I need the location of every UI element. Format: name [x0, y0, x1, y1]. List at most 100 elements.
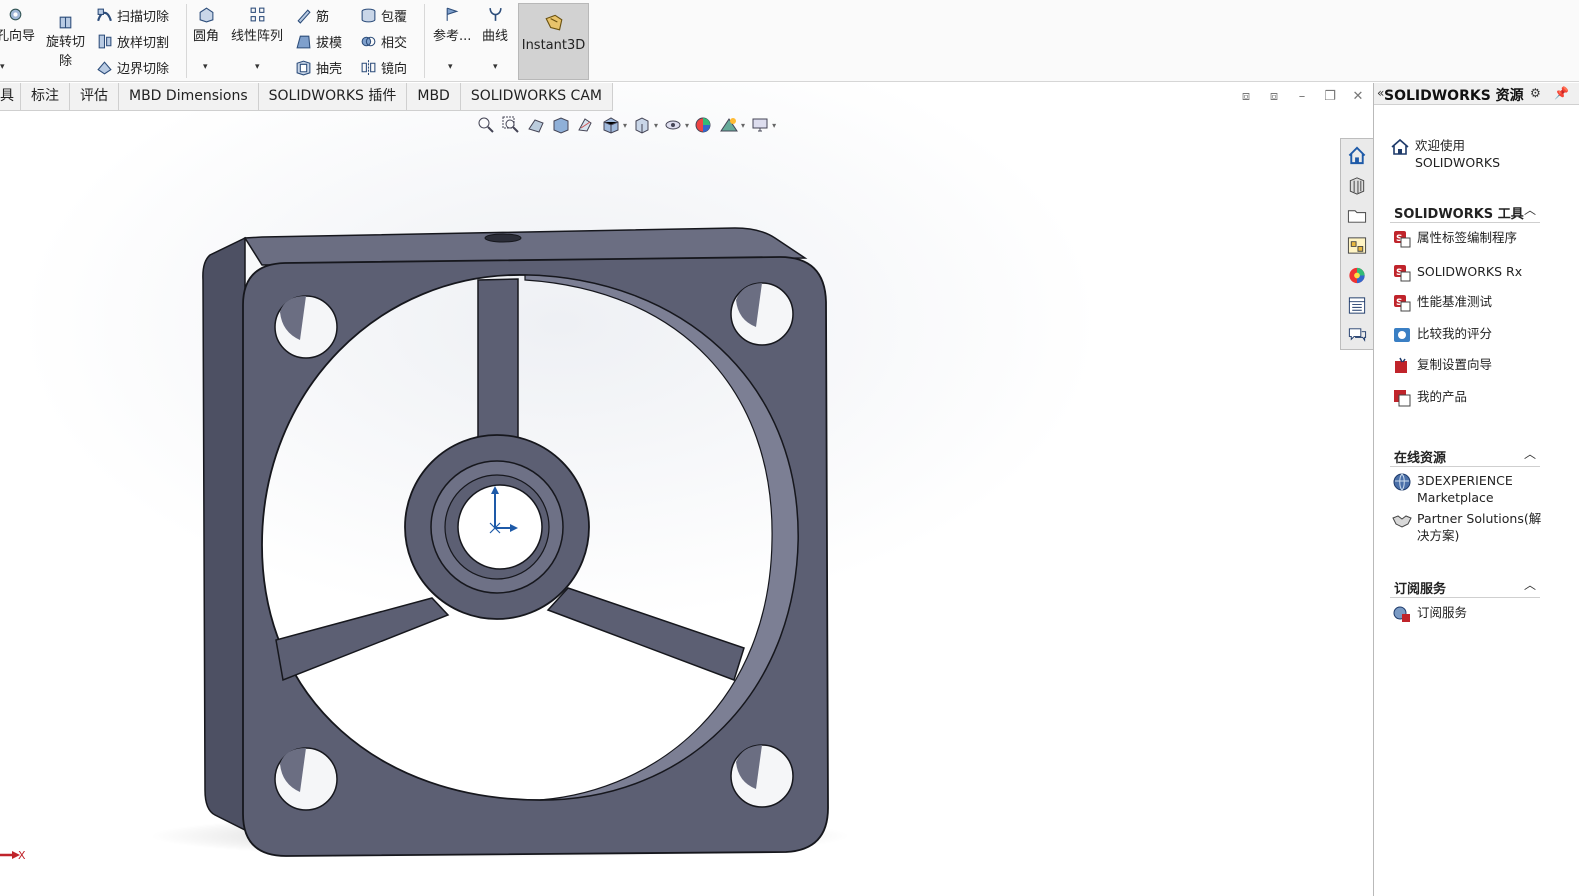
tab-annotation[interactable]: 标注: [21, 83, 70, 110]
subscription-section-header[interactable]: 订阅服务 ︿: [1390, 576, 1540, 598]
copy-settings-wizard-link[interactable]: 复制设置向导: [1392, 356, 1492, 376]
reference-caret[interactable]: ▾: [448, 62, 453, 72]
view-orientation-caret[interactable]: ▾: [623, 121, 627, 130]
my-products-link[interactable]: 我的产品: [1392, 388, 1467, 408]
display-style-icon[interactable]: [632, 115, 652, 135]
ribbon-separator: [424, 4, 425, 78]
wrap-button[interactable]: 包覆: [360, 6, 407, 25]
reference-geometry-button[interactable]: 参考...: [433, 6, 471, 44]
tab-solidworks-cam[interactable]: SOLIDWORKS CAM: [461, 83, 613, 110]
model-spoke-left: [275, 597, 450, 682]
linear-pattern-icon: [250, 7, 264, 22]
shell-button[interactable]: 抽壳: [295, 58, 342, 77]
instant3d-button[interactable]: Instant3D: [518, 3, 589, 80]
display-style-caret[interactable]: ▾: [654, 121, 658, 130]
linear-pattern-label: 线性阵列: [231, 29, 284, 44]
view-palette-icon[interactable]: [1346, 235, 1368, 256]
fillet-button[interactable]: 圆角: [193, 6, 219, 44]
performance-benchmark-link[interactable]: S 性能基准测试: [1392, 293, 1492, 313]
intersect-button[interactable]: 相交: [360, 32, 407, 51]
tab-evaluate[interactable]: 评估: [70, 83, 119, 110]
chevron-up-icon[interactable]: ︿: [1524, 445, 1536, 462]
curves-button[interactable]: 曲线: [482, 6, 508, 44]
minimize-icon[interactable]: –: [1294, 89, 1310, 105]
3dexperience-marketplace-link[interactable]: 3DEXPERIENCE Marketplace: [1392, 472, 1513, 506]
revolve-cut-label-1: 旋转切: [46, 35, 86, 50]
curves-caret[interactable]: ▾: [493, 62, 498, 72]
panel-options-gear-icon[interactable]: ⚙: [1530, 86, 1541, 100]
close-icon[interactable]: ✕: [1350, 89, 1366, 105]
graphics-area[interactable]: ▾ ▾ ▾ ▾ ▾ ⧈ ⧈ – ❐ ✕ X: [0, 83, 1373, 896]
hole-wizard-caret[interactable]: ▾: [0, 62, 5, 72]
hide-show-caret[interactable]: ▾: [685, 121, 689, 130]
instant3d-icon: [544, 14, 562, 31]
rib-icon: [297, 9, 311, 24]
tile-left-icon[interactable]: ⧈: [1238, 89, 1254, 105]
solidworks-rx-label: SOLIDWORKS Rx: [1417, 264, 1523, 279]
compare-my-score-link[interactable]: 比较我的评分: [1392, 325, 1492, 345]
edit-appearance-icon[interactable]: [694, 115, 714, 135]
fan-guard-model[interactable]: [0, 83, 1373, 896]
file-explorer-icon[interactable]: [1346, 205, 1368, 226]
custom-properties-icon[interactable]: [1346, 295, 1368, 316]
task-pane-tab-strip: [1340, 138, 1373, 350]
home-icon[interactable]: [1346, 145, 1368, 166]
shell-label: 抽壳: [316, 62, 343, 77]
tab-tools[interactable]: 具: [0, 83, 21, 110]
welcome-label-2: SOLIDWORKS: [1415, 155, 1501, 170]
revolve-cut-button[interactable]: 旋转切 除: [46, 14, 85, 69]
pin-icon[interactable]: 📌: [1554, 86, 1569, 100]
intersect-label: 相交: [381, 36, 408, 51]
solidworks-tools-section-header[interactable]: SOLIDWORKS 工具 ︿: [1390, 201, 1540, 223]
copy-settings-wizard-label: 复制设置向导: [1417, 357, 1493, 372]
online-resources-section-header[interactable]: 在线资源 ︿: [1390, 445, 1540, 467]
linear-pattern-caret[interactable]: ▾: [255, 62, 260, 72]
apply-scene-caret[interactable]: ▾: [741, 121, 745, 130]
hole-wizard-button[interactable]: 孔向导: [0, 6, 35, 44]
appearances-icon[interactable]: [1346, 265, 1368, 286]
rib-button[interactable]: 筋: [295, 6, 329, 25]
linear-pattern-button[interactable]: 线性阵列: [231, 6, 283, 44]
hide-show-items-icon[interactable]: [663, 115, 683, 135]
view-settings-caret[interactable]: ▾: [772, 121, 776, 130]
draft-button[interactable]: 拔模: [295, 32, 342, 51]
chevron-up-icon[interactable]: ︿: [1524, 576, 1536, 593]
command-manager-ribbon: 孔向导 ▾ 旋转切 除 扫描切除 放样切割 边界切除 圆角 ▾ 线性阵列 ▾ 筋…: [0, 0, 1579, 82]
design-library-icon[interactable]: [1346, 175, 1368, 196]
welcome-link[interactable]: 欢迎使用 SOLIDWORKS: [1390, 137, 1500, 171]
view-orientation-icon[interactable]: [601, 115, 621, 135]
tab-solidworks-addins[interactable]: SOLIDWORKS 插件: [259, 83, 408, 110]
apply-scene-icon[interactable]: [719, 115, 739, 135]
view-settings-icon[interactable]: [750, 115, 770, 135]
forum-icon[interactable]: [1346, 325, 1368, 346]
mirror-button[interactable]: 镜向: [360, 58, 407, 77]
zoom-to-fit-icon[interactable]: [476, 115, 496, 135]
restore-icon[interactable]: ❐: [1322, 89, 1338, 105]
tab-mbd-dimensions[interactable]: MBD Dimensions: [119, 83, 259, 110]
3dexperience-label-1: 3DEXPERIENCE: [1417, 473, 1513, 488]
boundary-cut-button[interactable]: 边界切除: [96, 58, 169, 77]
property-tab-builder-link[interactable]: S 属性标签编制程序: [1392, 229, 1517, 249]
fillet-caret[interactable]: ▾: [203, 62, 208, 72]
property-tab-builder-icon: S: [1394, 231, 1411, 248]
tab-mbd[interactable]: MBD: [407, 83, 461, 110]
hole-wizard-icon: [9, 8, 22, 21]
partner-solutions-link[interactable]: Partner Solutions(解 决方案): [1392, 510, 1541, 544]
zoom-to-area-icon[interactable]: [501, 115, 521, 135]
reference-triad: X: [0, 849, 26, 862]
curves-label: 曲线: [482, 29, 509, 44]
solidworks-rx-link[interactable]: S SOLIDWORKS Rx: [1392, 263, 1522, 283]
previous-view-icon[interactable]: [526, 115, 546, 135]
curves-icon: [488, 8, 502, 21]
heads-up-view-toolbar: ▾ ▾ ▾ ▾ ▾: [476, 115, 776, 135]
fillet-icon: [199, 7, 213, 23]
partner-solutions-label-2: 决方案): [1417, 528, 1460, 543]
subscription-services-link[interactable]: 订阅服务: [1392, 604, 1467, 624]
loft-cut-button[interactable]: 放样切割: [96, 32, 169, 51]
sweep-cut-button[interactable]: 扫描切除: [96, 6, 169, 25]
copy-settings-wizard-icon: [1395, 357, 1407, 373]
section-view-icon[interactable]: [551, 115, 571, 135]
chevron-up-icon[interactable]: ︿: [1524, 201, 1536, 218]
tile-right-icon[interactable]: ⧈: [1266, 89, 1282, 105]
dynamic-annotation-icon[interactable]: [576, 115, 596, 135]
